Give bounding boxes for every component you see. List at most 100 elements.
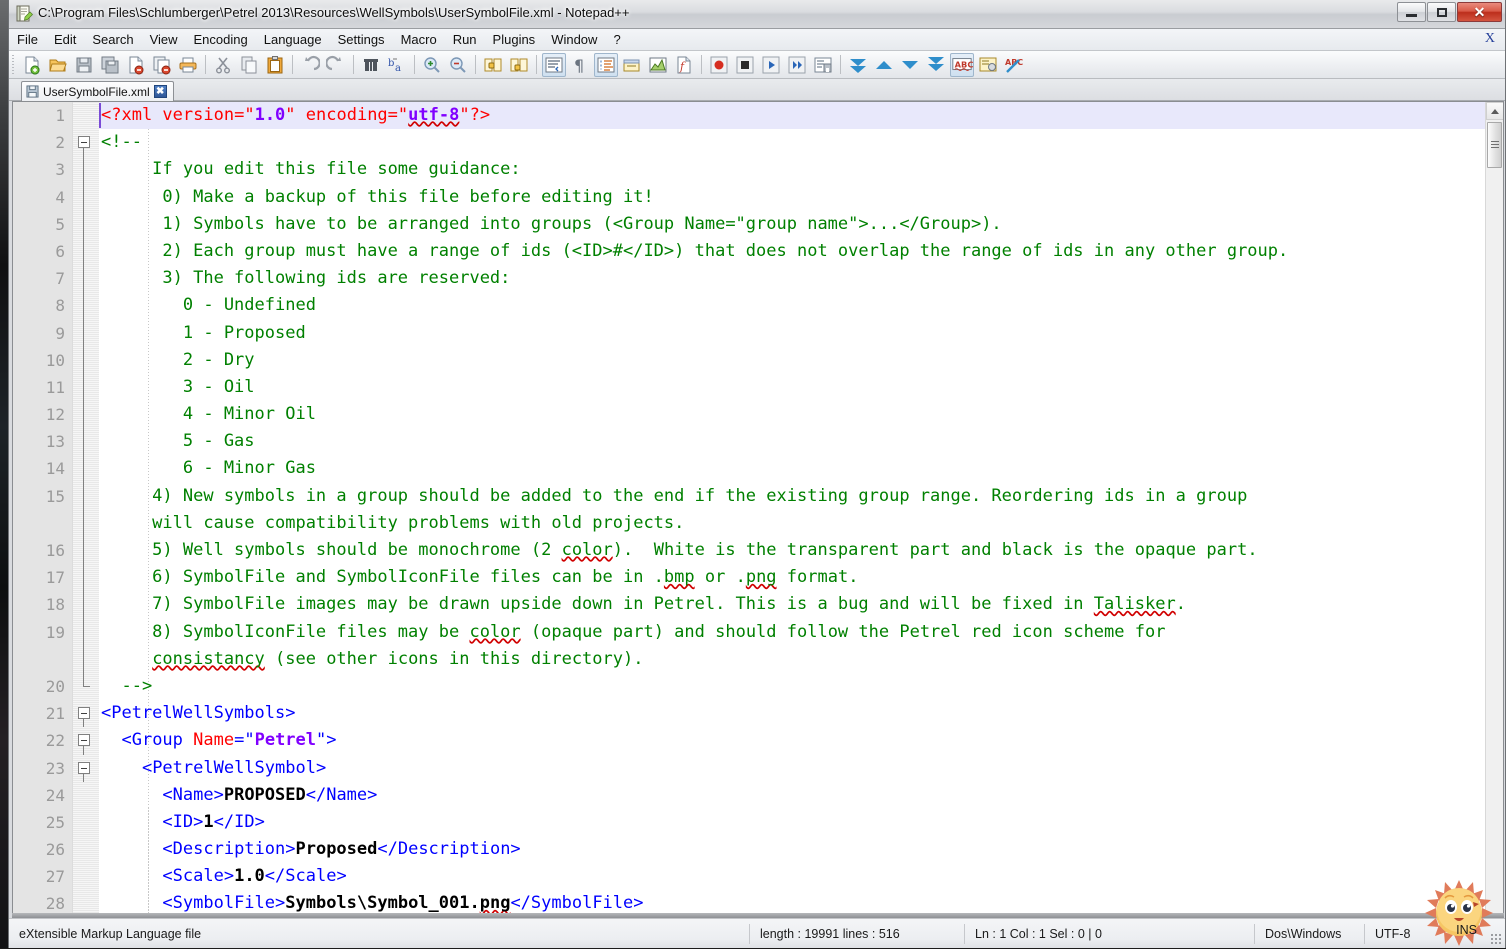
new-file-button[interactable] (20, 53, 44, 77)
redo-button[interactable] (324, 53, 348, 77)
fold-marker[interactable] (73, 401, 99, 429)
code-line[interactable]: <?xml version="1.0" encoding="utf-8"?> (99, 102, 1485, 130)
start-record-macro-button[interactable] (707, 53, 731, 77)
fold-marker[interactable] (73, 156, 99, 184)
scroll-up-button[interactable] (1486, 102, 1503, 120)
fold-marker[interactable] (73, 129, 99, 157)
code-line[interactable]: 2 - Dry (99, 347, 1485, 374)
code-line[interactable]: 7) SymbolFile images may be drawn upside… (99, 591, 1485, 618)
code-line[interactable]: 0 - Undefined (99, 292, 1485, 319)
tab-usersymbolfile-xml[interactable]: UserSymbolFile.xml ✖ (21, 81, 174, 101)
code-line[interactable]: <SymbolFile>Symbols\Symbol_001.png</Symb… (99, 890, 1485, 915)
code-text-area[interactable]: <?xml version="1.0" encoding="utf-8"?> <!… (99, 102, 1485, 915)
fold-marker[interactable] (73, 210, 99, 238)
stop-record-macro-button[interactable] (733, 53, 757, 77)
fold-marker[interactable] (73, 618, 99, 646)
code-line[interactable]: consistancy (see other icons in this dir… (99, 646, 1485, 673)
fold-marker[interactable] (73, 672, 99, 700)
spell-check-button[interactable]: ABC (950, 52, 974, 77)
sync-horizontal-scroll-button[interactable] (507, 53, 531, 77)
menu-run[interactable]: Run (445, 30, 485, 49)
code-line[interactable]: 6) SymbolFile and SymbolIconFile files c… (99, 564, 1485, 591)
menu-language[interactable]: Language (256, 30, 330, 49)
menu-macro[interactable]: Macro (393, 30, 445, 49)
user-defined-dialog-button[interactable] (620, 53, 644, 77)
fold-marker[interactable] (73, 645, 99, 673)
code-line[interactable]: 8) SymbolIconFile files may be color (op… (99, 619, 1485, 646)
menu-window[interactable]: Window (543, 30, 605, 49)
maximize-restore-button[interactable] (1427, 2, 1456, 22)
code-line[interactable]: <ID>1</ID> (99, 809, 1485, 836)
menu-settings[interactable]: Settings (330, 30, 393, 49)
code-line[interactable]: If you edit this file some guidance: (99, 156, 1485, 183)
zoom-out-button[interactable] (446, 53, 470, 77)
tab-close-icon[interactable]: ✖ (153, 85, 167, 98)
code-line[interactable]: 1) Symbols have to be arranged into grou… (99, 211, 1485, 238)
fold-marker[interactable] (73, 755, 99, 782)
close-file-button[interactable] (124, 53, 148, 77)
fold-marker[interactable] (73, 591, 99, 619)
fold-marker[interactable] (73, 183, 99, 211)
check-spelling-button[interactable]: ABC (1002, 53, 1026, 77)
function-list-button[interactable]: f (672, 53, 696, 77)
paste-button[interactable] (263, 53, 287, 77)
close-all-files-button[interactable] (150, 53, 174, 77)
code-line[interactable]: 4) New symbols in a group should be adde… (99, 483, 1485, 510)
fold-marker[interactable] (73, 292, 99, 320)
menu-view[interactable]: View (142, 30, 186, 49)
code-line[interactable]: <Group Name="Petrel"> (99, 727, 1485, 754)
run-macro-multiple-button[interactable] (785, 53, 809, 77)
fold-marker[interactable] (73, 537, 99, 565)
fold-marker[interactable] (73, 700, 99, 728)
save-macro-button[interactable] (811, 53, 835, 77)
fold-marker[interactable] (73, 265, 99, 293)
replace-button[interactable]: b a (385, 53, 409, 77)
menu-file[interactable]: File (9, 30, 46, 49)
undo-button[interactable] (298, 53, 322, 77)
code-line[interactable]: <PetrelWellSymbol> (99, 755, 1485, 782)
fold-marker[interactable] (73, 455, 99, 483)
code-line[interactable]: 4 - Minor Oil (99, 401, 1485, 428)
menu-edit[interactable]: Edit (46, 30, 84, 49)
code-line[interactable]: 5) Well symbols should be monochrome (2 … (99, 537, 1485, 564)
menu-plugins[interactable]: Plugins (485, 30, 544, 49)
code-line[interactable]: 6 - Minor Gas (99, 455, 1485, 482)
code-line[interactable]: <PetrelWellSymbols> (99, 700, 1485, 727)
status-caret-position[interactable]: Ln : 1 Col : 1 Sel : 0 | 0 (964, 923, 1254, 944)
find-button[interactable] (359, 53, 383, 77)
close-document-button[interactable]: X (1485, 31, 1495, 47)
vertical-scrollbar[interactable] (1485, 102, 1503, 915)
editor-area[interactable]: 123456789101112131415·16171819·202122232… (12, 101, 1504, 916)
fold-margin[interactable] (73, 102, 99, 915)
window-resize-grip[interactable] (1490, 933, 1502, 945)
code-line[interactable]: 0) Make a backup of this file before edi… (99, 184, 1485, 211)
code-lines[interactable]: <?xml version="1.0" encoding="utf-8"?> <!… (99, 102, 1485, 915)
code-line[interactable]: --> (99, 673, 1485, 700)
open-file-button[interactable] (46, 53, 70, 77)
zoom-in-button[interactable] (420, 53, 444, 77)
code-line[interactable]: 1 - Proposed (99, 320, 1485, 347)
toolbar-grip[interactable] (11, 54, 16, 75)
status-eol-format[interactable]: Dos\Windows (1254, 923, 1364, 944)
fold-marker[interactable] (73, 346, 99, 374)
indent-guide-button[interactable] (594, 52, 618, 77)
menu-encoding[interactable]: Encoding (186, 30, 256, 49)
fold-marker[interactable] (73, 564, 99, 592)
code-line[interactable]: 3 - Oil (99, 374, 1485, 401)
fold-marker[interactable] (73, 319, 99, 347)
code-line[interactable]: 5 - Gas (99, 428, 1485, 455)
cut-button[interactable] (211, 53, 235, 77)
code-line[interactable]: <Scale>1.0</Scale> (99, 863, 1485, 890)
code-line[interactable]: will cause compatibility problems with o… (99, 510, 1485, 537)
save-button[interactable] (72, 53, 96, 77)
word-wrap-button[interactable] (542, 52, 566, 77)
fold-marker[interactable] (73, 509, 99, 537)
fold-marker[interactable] (73, 428, 99, 456)
title-bar[interactable]: C:\Program Files\Schlumberger\Petrel 201… (9, 0, 1505, 29)
print-button[interactable] (176, 53, 200, 77)
close-button[interactable]: ✕ (1457, 2, 1502, 22)
first-bookmark-button[interactable] (846, 53, 870, 77)
fold-marker[interactable] (73, 373, 99, 402)
fold-marker[interactable] (73, 727, 99, 755)
code-line[interactable]: 3) The following ids are reserved: (99, 265, 1485, 292)
